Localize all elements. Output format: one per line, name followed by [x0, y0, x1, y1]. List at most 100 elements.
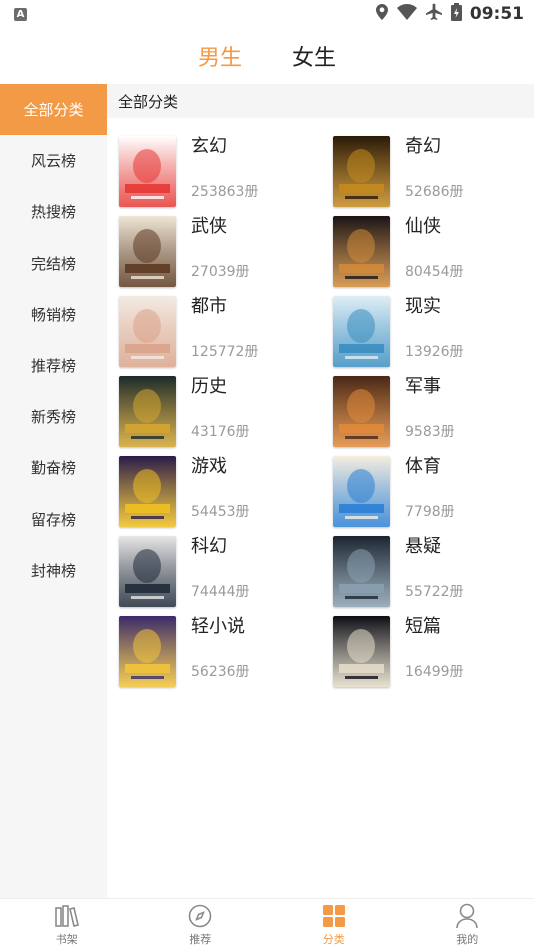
book-cover-image: [333, 456, 390, 527]
nav-category[interactable]: 分类: [267, 899, 401, 950]
category-book-count: 125772册: [191, 344, 259, 360]
category-book-count: 74444册: [191, 584, 250, 600]
category-book-count: 56236册: [191, 664, 250, 680]
category-book-count: 27039册: [191, 264, 250, 280]
sidebar-item-newcomer[interactable]: 新秀榜: [0, 391, 107, 442]
category-text: 悬疑 55722册: [405, 536, 464, 607]
sidebar-item-all[interactable]: 全部分类: [0, 84, 107, 136]
sidebar-item-completed[interactable]: 完结榜: [0, 238, 107, 289]
book-cover-image: [119, 536, 176, 607]
category-item[interactable]: 体育 7798册: [333, 456, 533, 527]
book-cover-image: [333, 376, 390, 447]
category-book-count: 55722册: [405, 584, 464, 600]
category-item[interactable]: 现实 13926册: [333, 296, 533, 367]
sidebar-item-bestseller[interactable]: 畅销榜: [0, 289, 107, 340]
category-name: 历史: [191, 376, 227, 397]
category-name: 武侠: [191, 216, 227, 237]
grid-icon: [321, 903, 347, 929]
category-item[interactable]: 游戏 54453册: [119, 456, 333, 527]
category-name: 奇幻: [405, 136, 441, 157]
location-icon: [375, 4, 389, 24]
category-name: 游戏: [191, 456, 227, 477]
category-text: 短篇 16499册: [405, 616, 464, 687]
category-text: 科幻 74444册: [191, 536, 250, 607]
sidebar-item-retention[interactable]: 留存榜: [0, 494, 107, 545]
category-panel: 全部分类 玄幻 253863册 奇幻 52686册武侠 27039册 仙侠 80454册都市…: [107, 84, 534, 898]
book-cover-image: [333, 296, 390, 367]
bookshelf-icon: [54, 903, 80, 929]
book-cover-image: [333, 216, 390, 287]
category-text: 奇幻 52686册: [405, 136, 464, 207]
category-item[interactable]: 武侠 27039册: [119, 216, 333, 287]
category-name: 仙侠: [405, 216, 441, 237]
book-cover-image: [333, 536, 390, 607]
nav-category-label: 分类: [322, 932, 345, 946]
book-cover-image: [119, 376, 176, 447]
category-book-count: 52686册: [405, 184, 464, 200]
sidebar-item-diligent[interactable]: 勤奋榜: [0, 442, 107, 493]
category-item[interactable]: 历史 43176册: [119, 376, 333, 447]
section-title: 全部分类: [107, 84, 534, 118]
category-text: 都市 125772册: [191, 296, 258, 367]
tab-female[interactable]: 女生: [267, 40, 361, 72]
category-book-count: 13926册: [405, 344, 464, 360]
category-book-count: 43176册: [191, 424, 250, 440]
category-name: 轻小说: [191, 616, 245, 637]
airplane-icon: [425, 3, 443, 25]
category-item[interactable]: 都市 125772册: [119, 296, 333, 367]
category-book-count: 54453册: [191, 504, 250, 520]
nav-recommend-label: 推荐: [189, 932, 212, 946]
category-book-count: 16499册: [405, 664, 464, 680]
category-item[interactable]: 科幻 74444册: [119, 536, 333, 607]
category-item[interactable]: 奇幻 52686册: [333, 136, 533, 207]
person-icon: [454, 903, 480, 929]
category-name: 都市: [191, 296, 227, 317]
sidebar-item-fengyun[interactable]: 风云榜: [0, 135, 107, 186]
category-book-count: 80454册: [405, 264, 464, 280]
category-text: 历史 43176册: [191, 376, 250, 447]
nav-bookshelf[interactable]: 书架: [0, 899, 134, 950]
book-cover-image: [119, 616, 176, 687]
app-badge-icon: A: [14, 7, 27, 21]
category-item[interactable]: 短篇 16499册: [333, 616, 533, 687]
category-item[interactable]: 玄幻 253863册: [119, 136, 333, 207]
category-text: 仙侠 80454册: [405, 216, 464, 287]
category-item[interactable]: 仙侠 80454册: [333, 216, 533, 287]
category-item[interactable]: 轻小说 56236册: [119, 616, 333, 687]
category-name: 科幻: [191, 536, 227, 557]
category-name: 短篇: [405, 616, 441, 637]
category-item[interactable]: 悬疑 55722册: [333, 536, 533, 607]
category-text: 武侠 27039册: [191, 216, 250, 287]
nav-recommend[interactable]: 推荐: [134, 899, 268, 950]
book-cover-image: [119, 216, 176, 287]
gender-tabs: 男生 女生: [0, 30, 534, 82]
ranking-sidebar: 全部分类 风云榜 热搜榜 完结榜 畅销榜 推荐榜 新秀榜 勤奋榜 留存榜 封神榜: [0, 84, 107, 898]
category-name: 玄幻: [191, 136, 227, 157]
battery-icon: [450, 3, 462, 25]
bottom-nav: 书架 推荐 分类 我的: [0, 898, 534, 950]
category-name: 军事: [405, 376, 441, 397]
compass-icon: [187, 903, 213, 929]
nav-mine[interactable]: 我的: [401, 899, 534, 950]
category-book-count: 7798册: [405, 504, 455, 520]
category-name: 体育: [405, 456, 441, 477]
category-name: 现实: [405, 296, 441, 317]
category-text: 体育 7798册: [405, 456, 455, 527]
category-item[interactable]: 军事 9583册: [333, 376, 533, 447]
book-cover-image: [333, 616, 390, 687]
nav-mine-label: 我的: [456, 932, 479, 946]
status-bar: A 09:51: [0, 0, 534, 28]
book-cover-image: [119, 136, 176, 207]
category-book-count: 253863册: [191, 184, 259, 200]
sidebar-item-fengshen[interactable]: 封神榜: [0, 545, 107, 596]
book-cover-image: [333, 136, 390, 207]
book-cover-image: [119, 296, 176, 367]
category-text: 游戏 54453册: [191, 456, 250, 527]
sidebar-item-hot-search[interactable]: 热搜榜: [0, 186, 107, 237]
sidebar-item-recommend[interactable]: 推荐榜: [0, 340, 107, 391]
category-text: 军事 9583册: [405, 376, 455, 447]
category-grid: 玄幻 253863册 奇幻 52686册武侠 27039册 仙侠 80454册都市 12577…: [107, 118, 534, 687]
tab-male[interactable]: 男生: [173, 40, 267, 72]
category-text: 轻小说 56236册: [191, 616, 250, 687]
category-name: 悬疑: [405, 536, 441, 557]
